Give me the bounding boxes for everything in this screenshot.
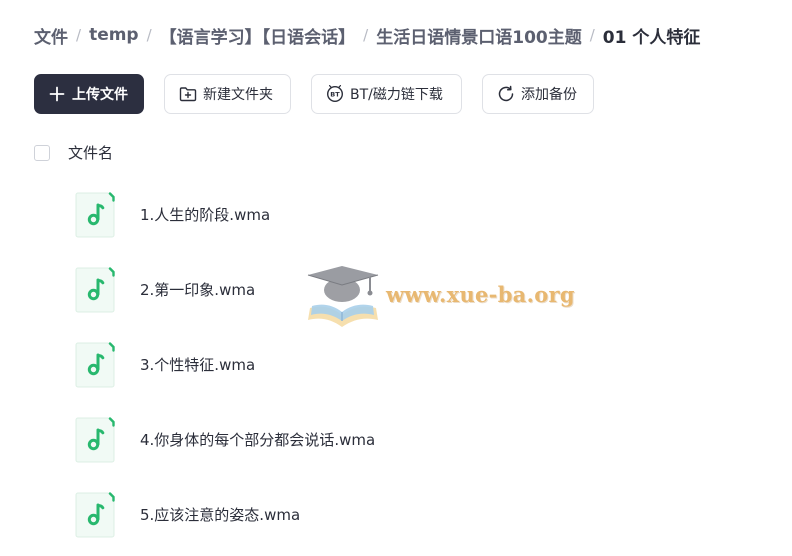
refresh-icon: [497, 85, 515, 103]
bt-magnet-download-button-label: BT/磁力链下载: [350, 87, 443, 103]
select-all-checkbox[interactable]: [34, 144, 50, 161]
new-folder-button-label: 新建文件夹: [203, 87, 273, 103]
watermark: www.xue-ba.org: [306, 262, 575, 332]
file-name[interactable]: 5.应该注意的姿态.wma: [140, 504, 300, 525]
breadcrumb-japanese-100[interactable]: 生活日语情景口语100主题: [376, 23, 582, 48]
plus-icon: [48, 85, 66, 103]
music-file-icon: [75, 192, 115, 238]
music-file-icon: [75, 417, 115, 463]
breadcrumb-files[interactable]: 文件: [34, 23, 68, 48]
music-file-icon: [75, 342, 115, 388]
folder-plus-icon: [179, 85, 197, 103]
breadcrumb: 文件 / temp / 【语言学习】【日语会话】 / 生活日语情景口语100主题…: [34, 22, 700, 48]
bt-icon: BT: [326, 85, 344, 103]
new-folder-button[interactable]: 新建文件夹: [164, 74, 291, 114]
add-backup-button[interactable]: 添加备份: [482, 74, 594, 114]
add-backup-button-label: 添加备份: [521, 87, 577, 103]
upload-button[interactable]: 上传文件: [34, 74, 144, 114]
file-row[interactable]: 1.人生的阶段.wma: [0, 178, 792, 253]
music-file-icon: [75, 492, 115, 538]
file-name[interactable]: 4.你身体的每个部分都会说话.wma: [140, 429, 375, 450]
file-name[interactable]: 3.个性特征.wma: [140, 354, 255, 375]
breadcrumb-separator: /: [363, 26, 369, 44]
toolbar: 上传文件 新建文件夹 BT BT/磁力链下载 添加备份: [34, 74, 594, 114]
graduation-cap-book-icon: [307, 266, 379, 327]
file-list-header: 文件名: [34, 142, 113, 163]
breadcrumb-separator: /: [76, 26, 82, 44]
bt-magnet-download-button[interactable]: BT BT/磁力链下载: [311, 74, 462, 114]
breadcrumb-temp[interactable]: temp: [89, 25, 139, 45]
music-file-icon: [75, 267, 115, 313]
svg-text:BT: BT: [330, 91, 340, 99]
breadcrumb-separator: /: [146, 26, 152, 44]
breadcrumb-language-learning[interactable]: 【语言学习】【日语会话】: [160, 23, 356, 48]
upload-button-label: 上传文件: [72, 87, 128, 103]
breadcrumb-separator: /: [589, 26, 595, 44]
file-row[interactable]: 4.你身体的每个部分都会说话.wma: [0, 403, 792, 478]
file-row[interactable]: 5.应该注意的姿态.wma: [0, 478, 792, 553]
watermark-text: www.xue-ba.org: [386, 282, 575, 307]
file-name[interactable]: 1.人生的阶段.wma: [140, 204, 270, 225]
column-header-filename[interactable]: 文件名: [68, 142, 113, 163]
breadcrumb-current-folder: 01 个人特征: [602, 27, 701, 48]
file-row[interactable]: 3.个性特征.wma: [0, 328, 792, 403]
file-name[interactable]: 2.第一印象.wma: [140, 279, 255, 300]
